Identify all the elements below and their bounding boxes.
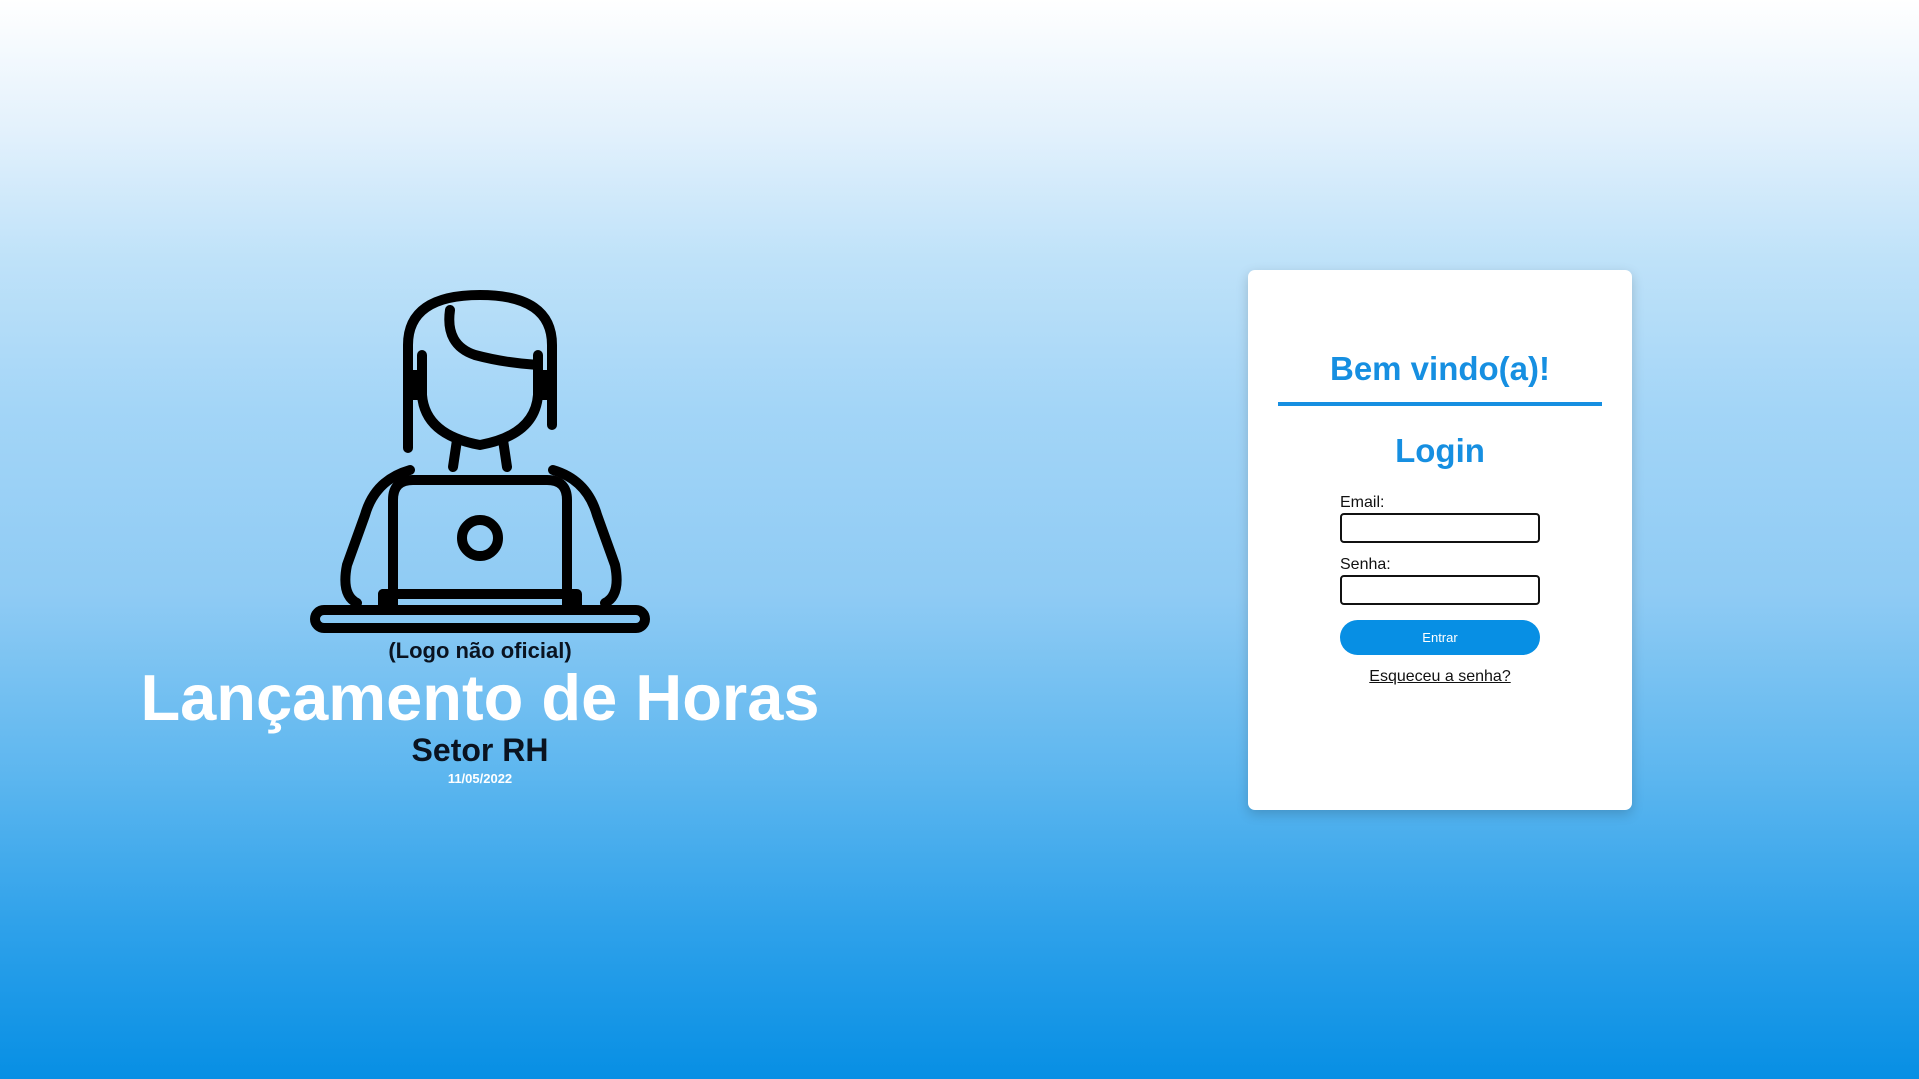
hero-section: (Logo não oficial) Lançamento de Horas S… xyxy=(0,285,960,786)
email-label: Email: xyxy=(1340,494,1385,511)
woman-at-laptop-icon xyxy=(310,290,650,633)
app-date: 11/05/2022 xyxy=(447,771,513,786)
login-heading: Login xyxy=(1395,432,1485,469)
password-field[interactable] xyxy=(1340,575,1540,605)
app-subtitle: Setor RH xyxy=(411,732,549,768)
heading-divider xyxy=(1278,402,1602,406)
welcome-heading: Bem vindo(a)! xyxy=(1329,350,1550,387)
login-card: Bem vindo(a)! Login Email: Senha: Entrar… xyxy=(1248,270,1632,810)
email-field[interactable] xyxy=(1340,513,1540,543)
forgot-password-link[interactable]: Esqueceu a senha? xyxy=(1340,668,1540,686)
password-label: Senha: xyxy=(1340,556,1391,573)
login-button[interactable]: Entrar xyxy=(1340,620,1540,655)
login-form: Email: Senha: Entrar Esqueceu a senha? xyxy=(1340,494,1540,686)
app-title: Lançamento de Horas xyxy=(140,661,820,734)
